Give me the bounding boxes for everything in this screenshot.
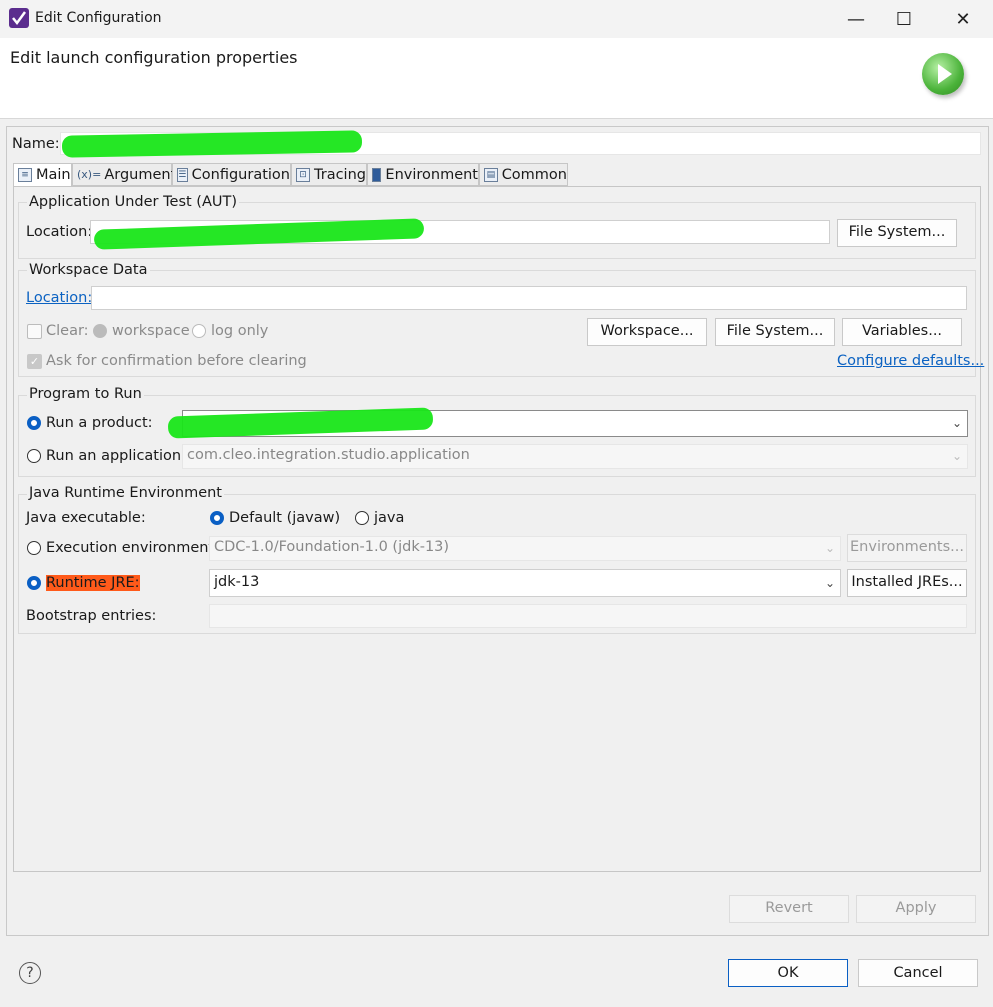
tab-common[interactable]: ▤ Common [479,163,568,186]
run-application-radio[interactable] [27,449,41,463]
installed-jres-button[interactable]: Installed JREs... [847,569,967,597]
main-tab-icon: ≡ [18,168,32,182]
clear-workspace-radio[interactable] [93,324,107,338]
variables-button[interactable]: Variables... [842,318,962,346]
run-application-select[interactable]: com.cleo.integration.studio.application [182,444,968,469]
confirm-clear-checkbox[interactable]: ✓ [27,354,42,369]
chevron-down-icon: ⌄ [825,541,836,555]
chevron-down-icon: ⌄ [825,576,836,590]
default-javaw-label: Default (javaw) [229,510,341,526]
runtime-jre-label: Runtime JRE: [46,575,140,591]
workspace-group-label: Workspace Data [27,262,150,278]
workspace-location-link[interactable]: Location: [26,290,92,306]
default-javaw-radio[interactable] [210,511,224,525]
runtime-jre-select[interactable]: jdk-13 [209,569,841,597]
run-application-label: Run an application: [46,448,186,464]
maximize-button[interactable]: ☐ [881,0,927,38]
execution-environment-label: Execution environment: [46,540,219,556]
revert-button[interactable]: Revert [729,895,849,923]
tab-environment[interactable]: Environment [367,163,479,186]
tracing-tab-icon: ⊡ [296,167,310,182]
java-executable-label: Java executable: [26,510,146,526]
java-label: java [374,510,405,526]
configuration-tab-icon: ☰ [177,167,188,182]
ok-button[interactable]: OK [728,959,848,987]
title-bar: Edit Configuration — ☐ ✕ [0,0,993,38]
run-product-label: Run a product: [46,415,153,431]
common-tab-icon: ▤ [484,167,498,182]
clear-log-only-radio[interactable] [192,324,206,338]
app-check-icon [9,8,29,28]
environments-button[interactable]: Environments... [847,534,967,562]
minimize-button[interactable]: — [833,0,879,38]
clear-workspace-label: workspace [112,323,190,339]
run-icon [922,53,964,95]
arguments-tab-icon: (x)= [77,168,102,181]
configure-defaults-link[interactable]: Configure defaults... [837,353,984,369]
chevron-down-icon: ⌄ [952,449,963,463]
apply-button[interactable]: Apply [856,895,976,923]
runtime-jre-radio[interactable] [27,576,41,590]
environment-tab-icon [372,167,382,182]
program-group-label: Program to Run [27,386,144,402]
run-product-radio[interactable] [27,416,41,430]
bootstrap-entries-label: Bootstrap entries: [26,608,157,624]
jre-group-label: Java Runtime Environment [27,485,224,501]
name-label: Name: [12,136,60,152]
aut-file-system-button[interactable]: File System... [837,219,957,247]
execution-environment-radio[interactable] [27,541,41,555]
tab-tracing[interactable]: ⊡ Tracing [291,163,367,186]
confirm-clear-label: Ask for confirmation before clearing [46,353,307,369]
cancel-button[interactable]: Cancel [858,959,978,987]
workspace-file-system-button[interactable]: File System... [715,318,835,346]
window-title: Edit Configuration [35,10,162,26]
tab-main[interactable]: ≡ Main [13,163,72,187]
clear-label: Clear: [46,323,89,339]
chevron-down-icon: ⌄ [952,416,963,430]
clear-checkbox[interactable] [27,324,42,339]
aut-group-label: Application Under Test (AUT) [27,194,239,210]
execution-environment-select[interactable]: CDC-1.0/Foundation-1.0 (jdk-13) [209,536,841,561]
dialog-header: Edit launch configuration properties [0,38,993,119]
clear-log-only-label: log only [211,323,269,339]
help-icon[interactable]: ? [19,962,41,984]
bootstrap-entries-field [209,604,967,628]
tab-configuration[interactable]: ☰ Configuration [172,163,291,186]
close-button[interactable]: ✕ [940,0,986,38]
tab-arguments[interactable]: (x)= Arguments [72,163,184,186]
aut-location-label: Location: [26,224,93,240]
java-radio[interactable] [355,511,369,525]
workspace-location-input[interactable] [91,286,967,310]
header-title: Edit launch configuration properties [10,48,298,67]
workspace-button[interactable]: Workspace... [587,318,707,346]
